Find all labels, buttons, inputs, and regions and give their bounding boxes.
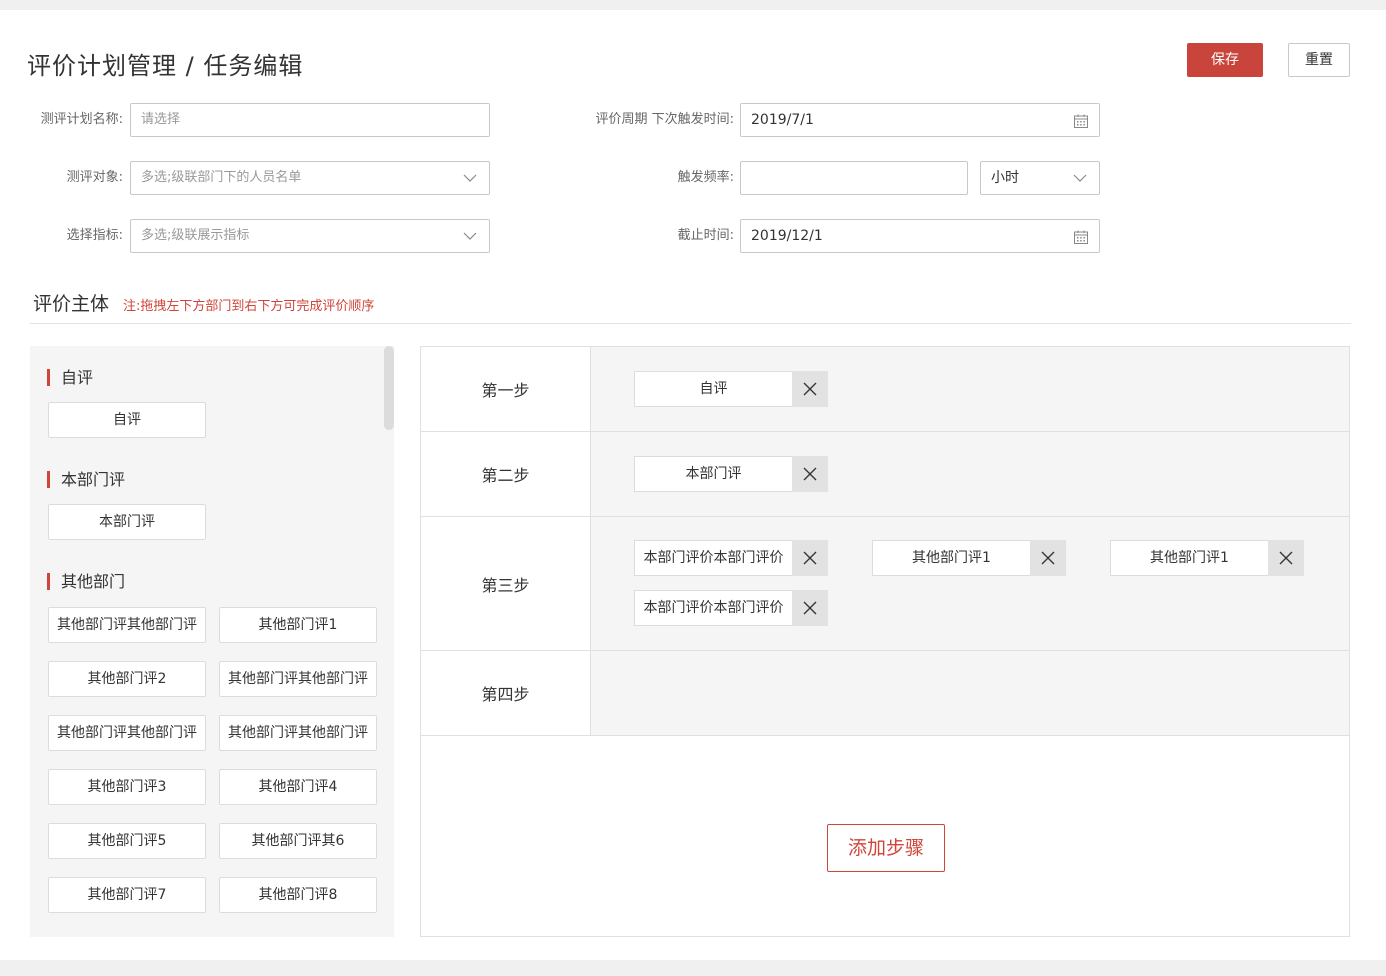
evaluator-source-panel: 自评 自评 本部门评 本部门评 其他部门 其他部门评其他部门评 其他部门评1 其…: [30, 346, 394, 937]
target-placeholder: 多选;级联部门下的人员名单: [141, 170, 302, 185]
source-panel-scrollbar[interactable]: [384, 346, 394, 430]
source-chip-other-dept[interactable]: 其他部门评5: [48, 823, 206, 859]
next-trigger-date-input[interactable]: 2019/7/1: [740, 103, 1100, 137]
source-chip-other-dept[interactable]: 其他部门评其他部门评: [48, 607, 206, 643]
deadline-label: 截止时间:: [677, 228, 734, 243]
close-icon[interactable]: [792, 540, 828, 576]
step-tag-label: 其他部门评1: [1110, 540, 1268, 576]
source-chip-self[interactable]: 自评: [48, 402, 206, 438]
chevron-down-icon: [463, 232, 477, 240]
group-title-other-dept: 其他部门: [47, 573, 125, 590]
page-card: 评价计划管理 / 任务编辑 保存 重置 测评计划名称: 请选择 测评对象: 多选…: [0, 10, 1386, 960]
close-icon[interactable]: [1268, 540, 1304, 576]
deadline-date-input[interactable]: 2019/12/1: [740, 219, 1100, 253]
step-label: 第四步: [421, 651, 591, 735]
step-tag-label: 本部门评: [634, 456, 792, 492]
frequency-label: 触发频率:: [677, 170, 734, 185]
steps-panel: 第一步 自评 第二步 本部门评 第三步 本部门评价本部门评价 其他部门评1 其他…: [420, 346, 1350, 937]
step-tag[interactable]: 自评: [634, 371, 828, 407]
source-chip-other-dept[interactable]: 其他部门评7: [48, 877, 206, 913]
group-title-own-dept: 本部门评: [47, 471, 125, 488]
step-label: 第二步: [421, 432, 591, 516]
next-trigger-value: 2019/7/1: [751, 112, 814, 128]
section-title: 评价主体: [33, 293, 110, 315]
source-chip-other-dept[interactable]: 其他部门评其他部门评: [48, 715, 206, 751]
close-icon[interactable]: [792, 590, 828, 626]
step-tag[interactable]: 本部门评价本部门评价: [634, 590, 828, 626]
close-icon[interactable]: [792, 456, 828, 492]
indicator-placeholder: 多选;级联展示指标: [141, 228, 250, 243]
step-row: 第四步: [421, 651, 1349, 736]
page-title: 评价计划管理 / 任务编辑: [27, 52, 304, 80]
group-title-self: 自评: [47, 369, 93, 386]
source-chip-other-dept[interactable]: 其他部门评其他部门评: [219, 661, 377, 697]
section-note: 注:拖拽左下方部门到右下方可完成评价顺序: [123, 299, 375, 314]
step-tag[interactable]: 本部门评价本部门评价: [634, 540, 828, 576]
indicator-label: 选择指标:: [66, 228, 123, 243]
step-label: 第三步: [421, 517, 591, 650]
close-icon[interactable]: [1030, 540, 1066, 576]
divider: [30, 323, 1351, 324]
step-row: 第一步 自评: [421, 347, 1349, 432]
step-tag[interactable]: 其他部门评1: [1110, 540, 1304, 576]
close-icon[interactable]: [792, 371, 828, 407]
step-tag[interactable]: 本部门评: [634, 456, 828, 492]
source-chip-other-dept[interactable]: 其他部门评其他部门评: [219, 715, 377, 751]
deadline-value: 2019/12/1: [751, 228, 823, 244]
source-chip-own-dept[interactable]: 本部门评: [48, 504, 206, 540]
step-label: 第一步: [421, 347, 591, 431]
frequency-input[interactable]: [740, 161, 968, 195]
chevron-down-icon: [463, 174, 477, 182]
step-tag-label: 自评: [634, 371, 792, 407]
save-button[interactable]: 保存: [1187, 43, 1263, 77]
add-step-button[interactable]: 添加步骤: [827, 824, 945, 872]
source-chip-other-dept[interactable]: 其他部门评4: [219, 769, 377, 805]
step-dropzone[interactable]: 自评: [591, 347, 1349, 431]
chevron-down-icon: [1073, 174, 1087, 182]
next-trigger-label: 评价周期 下次触发时间:: [595, 112, 734, 127]
target-label: 测评对象:: [66, 170, 123, 185]
calendar-icon[interactable]: [1073, 113, 1089, 129]
target-select[interactable]: 多选;级联部门下的人员名单: [130, 161, 490, 195]
step-tag-label: 本部门评价本部门评价: [634, 590, 792, 626]
source-chip-other-dept[interactable]: 其他部门评2: [48, 661, 206, 697]
plan-name-label: 测评计划名称:: [40, 112, 123, 127]
source-chip-other-dept[interactable]: 其他部门评3: [48, 769, 206, 805]
step-tag-label: 本部门评价本部门评价: [634, 540, 792, 576]
frequency-unit-select[interactable]: 小时: [980, 161, 1100, 195]
step-dropzone[interactable]: 本部门评: [591, 432, 1349, 516]
step-tag-label: 其他部门评1: [872, 540, 1030, 576]
step-tag[interactable]: 其他部门评1: [872, 540, 1066, 576]
step-row: 第三步 本部门评价本部门评价 其他部门评1 其他部门评1 本部门评价本部门评价: [421, 517, 1349, 651]
source-chip-other-dept[interactable]: 其他部门评8: [219, 877, 377, 913]
reset-button[interactable]: 重置: [1288, 43, 1350, 77]
step-dropzone[interactable]: 本部门评价本部门评价 其他部门评1 其他部门评1 本部门评价本部门评价: [591, 517, 1349, 650]
source-chip-other-dept[interactable]: 其他部门评1: [219, 607, 377, 643]
step-dropzone[interactable]: [591, 651, 1349, 735]
plan-name-input[interactable]: 请选择: [130, 103, 490, 137]
indicator-select[interactable]: 多选;级联展示指标: [130, 219, 490, 253]
step-row: 第二步 本部门评: [421, 432, 1349, 517]
source-chip-other-dept[interactable]: 其他部门评其6: [219, 823, 377, 859]
calendar-icon[interactable]: [1073, 229, 1089, 245]
frequency-unit-value: 小时: [991, 170, 1019, 186]
